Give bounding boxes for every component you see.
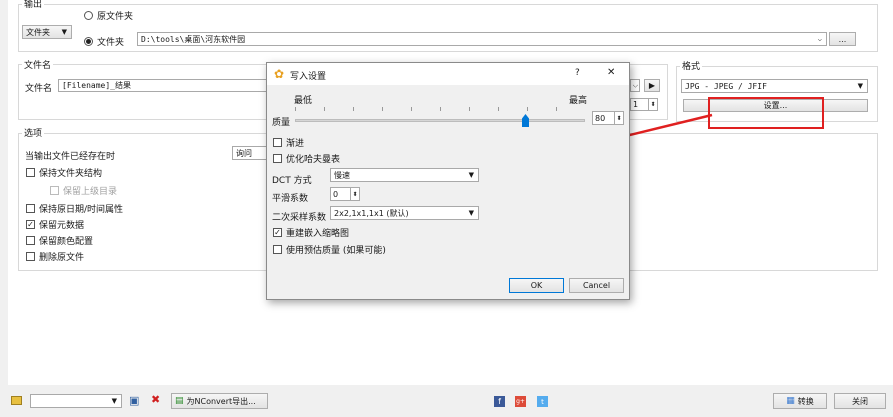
- export-nconvert-button[interactable]: ▤ 为NConvert导出...: [171, 393, 268, 409]
- quality-high-label: 最高: [569, 96, 588, 106]
- dialog-titlebar: ✿ 写入设置 ? ✕: [267, 63, 629, 85]
- checkbox-label: 优化哈夫曼表: [286, 155, 341, 165]
- quality-low-label: 最低: [294, 96, 313, 106]
- chevron-down-icon: ▼: [111, 397, 117, 405]
- progressive-checkbox[interactable]: 渐进: [273, 136, 304, 149]
- write-settings-dialog: ✿ 写入设置 ? ✕ 最低 最高 质量 80 ⬍ 渐进 优化哈夫曼表 DCT 方…: [266, 62, 630, 300]
- subsampling-dropdown[interactable]: 2x2,1x1,1x1 (默认) ▼: [330, 206, 479, 220]
- app-logo-icon: ✿: [274, 67, 285, 81]
- convert-label: 转换: [797, 396, 814, 406]
- smoothing-value: 0: [333, 189, 339, 199]
- googleplus-icon[interactable]: g+: [515, 396, 526, 407]
- ok-button[interactable]: OK: [509, 278, 564, 293]
- checkbox: [273, 138, 282, 147]
- checkbox: [273, 154, 282, 163]
- convert-button[interactable]: ▦ 转换: [773, 393, 827, 409]
- dialog-title: 写入设置: [290, 72, 327, 82]
- chevron-down-icon: ▼: [468, 171, 474, 179]
- close-button[interactable]: 关闭: [834, 393, 886, 409]
- cancel-button[interactable]: Cancel: [569, 278, 624, 293]
- preset-dropdown[interactable]: ▼: [30, 394, 122, 408]
- estimated-quality-checkbox[interactable]: 使用预估质量 (如果可能): [273, 243, 386, 256]
- subsampling-value: 2x2,1x1,1x1 (默认): [334, 208, 409, 218]
- quality-value: 80: [595, 113, 606, 123]
- checkbox-label: 渐进: [286, 139, 305, 149]
- checkbox: ✓: [273, 227, 282, 237]
- slider-ticks: [295, 107, 585, 111]
- export-label: 为NConvert导出...: [186, 396, 256, 406]
- quality-slider[interactable]: [295, 107, 585, 127]
- checkbox: [273, 245, 282, 254]
- quality-label: 质量: [272, 118, 291, 128]
- save-icon[interactable]: ▣: [129, 394, 139, 407]
- quality-spin[interactable]: 80 ⬍: [592, 111, 624, 125]
- rebuild-thumbnail-checkbox[interactable]: ✓ 重建嵌入缩略图: [273, 226, 349, 239]
- facebook-icon[interactable]: f: [494, 396, 505, 407]
- smoothing-label: 平滑系数: [272, 194, 309, 204]
- slider-thumb[interactable]: [522, 114, 529, 127]
- smoothing-spin[interactable]: 0 ⬍: [330, 187, 360, 201]
- help-button[interactable]: ?: [575, 68, 580, 78]
- dct-label: DCT 方式: [272, 176, 312, 186]
- convert-icon: ▦: [786, 396, 795, 406]
- dct-value: 慢速: [334, 170, 350, 180]
- spin-arrows-icon[interactable]: ⬍: [350, 188, 359, 200]
- folder-open-icon[interactable]: [11, 396, 22, 405]
- close-icon[interactable]: ✕: [607, 67, 615, 78]
- subsampling-label: 二次采样系数: [272, 213, 327, 223]
- spin-arrows-icon[interactable]: ⬍: [614, 112, 623, 124]
- twitter-icon[interactable]: t: [537, 396, 548, 407]
- dct-dropdown[interactable]: 慢速 ▼: [330, 168, 479, 182]
- optimize-huffman-checkbox[interactable]: 优化哈夫曼表: [273, 152, 340, 165]
- delete-icon[interactable]: ✖: [151, 393, 160, 406]
- export-icon: ▤: [175, 396, 184, 406]
- checkbox-label: 使用预估质量 (如果可能): [286, 246, 386, 256]
- chevron-down-icon: ▼: [468, 209, 474, 217]
- checkbox-label: 重建嵌入缩略图: [286, 229, 350, 239]
- slider-track: [295, 119, 585, 122]
